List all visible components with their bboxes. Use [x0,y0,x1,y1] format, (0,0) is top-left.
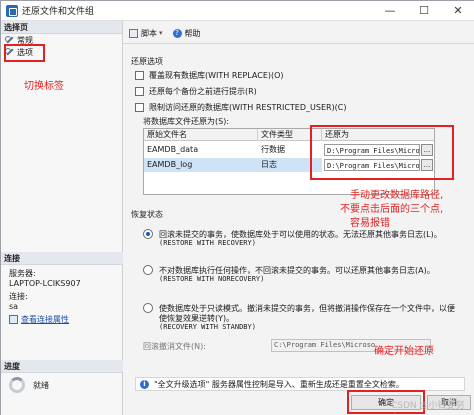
close-button[interactable]: ✕ [441,1,474,21]
restore-dialog: 还原文件和文件组 — ☐ ✕ 选择页 常规 选项 连接 服务器: LAPTOP-… [0,0,474,415]
annotation-change-path-3: 容易报错 [350,218,390,229]
watermark: CSDN @小钱要努力 [391,401,465,415]
checkbox[interactable] [135,87,144,96]
annotation-switch-tab: 切换标签 [24,81,64,92]
view-connection-properties-link[interactable]: 查看连接属性 [21,314,69,325]
window-title: 还原文件和文件组 [22,7,95,17]
progress-spinner-icon [9,377,25,393]
annotation-change-path-2: 不要点击后面的三个点, [340,204,444,215]
standby-file-label: 回滚撤消文件(N): [143,342,206,351]
annotation-highlight-options [4,44,45,62]
file-grid-label: 将数据库文件还原为(S): [143,117,230,126]
help-label: 帮助 [184,28,201,38]
help-icon: ? [172,28,182,38]
toolbar-divider [123,43,474,44]
connection-value: sa [9,302,19,311]
progress-header: 进度 [1,360,123,373]
connection-section: 连接 服务器: LAPTOP-LCIKS907 连接: sa 查看连接属性 [1,252,123,325]
script-icon [129,28,138,38]
info-icon: i [140,379,149,389]
connection-header: 连接 [1,252,123,265]
minimize-button[interactable]: — [373,1,407,21]
original-filename: EAMDB_data [147,145,199,154]
annotation-click-ok: 确定开始还原 [374,346,434,357]
server-label: 服务器: [9,269,36,278]
checkbox-label: 限制访问还原的数据库(WITH RESTRICTED_USER)(C) [149,103,347,112]
radio-sublabel: (RESTORE WITH RECOVERY) [159,239,256,247]
restore-options-title: 还原选项 [131,57,163,66]
maximize-button[interactable]: ☐ [407,1,441,21]
radio-sublabel: (RECOVERY WITH STANDBY) [159,323,256,331]
radio-button[interactable] [143,229,153,239]
restricted-user-checkbox[interactable]: 限制访问还原的数据库(WITH RESTRICTED_USER)(C) [135,102,347,113]
column-header[interactable]: 原始文件名 [144,129,258,141]
info-message-bar: i "全文升级选项" 服务器属性控制是导入、重新生成还是重置全文检索。 [135,377,465,391]
help-button[interactable]: ? 帮助 [172,28,201,39]
progress-section: 进度 就绪 [1,360,123,393]
original-filename: EAMDB_log [144,158,258,172]
connection-label: 连接: [9,292,28,301]
progress-status: 就绪 [33,380,49,390]
select-page-header: 选择页 [1,21,122,34]
recovery-state-title: 恢复状态 [131,210,163,219]
info-message: "全文升级选项" 服务器属性控制是导入、重新生成还是重置全文检索。 [154,379,404,389]
checkbox[interactable] [135,71,144,80]
radio-sublabel: (RESTORE WITH NORECOVERY) [159,275,265,283]
toolbar: 脚本 ▾ ? 帮助 [123,26,211,40]
radio-button[interactable] [143,303,153,313]
server-value: LAPTOP-LCIKS907 [9,279,81,288]
checkbox-label: 覆盖现有数据库(WITH REPLACE)(O) [149,71,284,80]
title-bar: 还原文件和文件组 — ☐ ✕ [1,1,474,21]
checkbox[interactable] [135,103,144,112]
view-connection-properties[interactable]: 查看连接属性 [1,314,123,325]
checkbox-label: 还原每个备份之前进行提示(R) [149,87,257,96]
overwrite-checkbox[interactable]: 覆盖现有数据库(WITH REPLACE)(O) [135,70,284,81]
annotation-highlight-paths [310,125,454,180]
database-icon [6,4,18,17]
prompt-checkbox[interactable]: 还原每个备份之前进行提示(R) [135,86,257,97]
annotation-change-path-1: 手动更改数据库路径, [350,190,444,201]
properties-icon [9,315,18,324]
chevron-down-icon: ▾ [159,29,163,37]
window-controls: — ☐ ✕ [373,1,474,21]
script-button[interactable]: 脚本 ▾ [129,28,163,39]
script-label: 脚本 [141,28,157,38]
radio-button[interactable] [143,265,153,275]
